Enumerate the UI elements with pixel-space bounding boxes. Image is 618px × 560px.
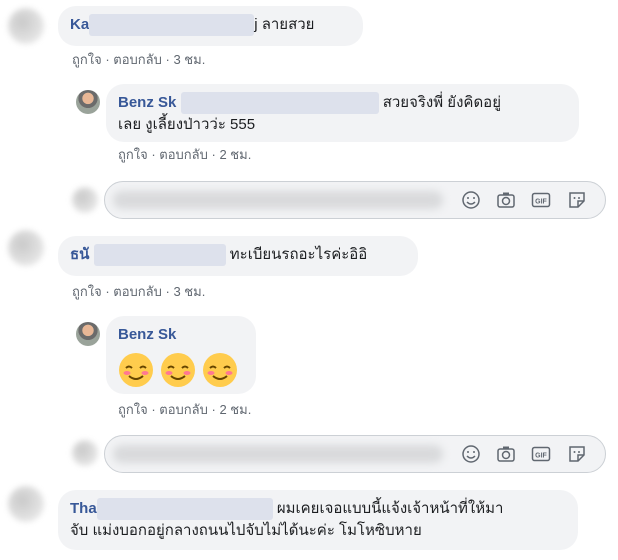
like-link[interactable]: ถูกใจ [118,147,148,162]
smiling-face-icon [203,353,237,387]
reply-link[interactable]: ตอบกลับ [159,147,208,162]
camera-icon[interactable] [496,190,516,210]
sticker-icon[interactable] [567,190,587,210]
redacted-name [180,92,379,114]
avatar[interactable] [76,90,100,114]
comment-author[interactable]: Benz Sk [118,324,244,346]
avatar[interactable] [8,486,44,522]
reply-link[interactable]: ตอบกลับ [113,52,162,67]
comment-author[interactable]: Tha [70,500,97,517]
timestamp[interactable]: 3 ชม. [173,284,205,299]
reply-input[interactable]: GIF [104,435,606,473]
avatar[interactable] [8,8,44,44]
like-link[interactable]: ถูกใจ [72,52,102,67]
comment-author[interactable]: Ka [70,16,89,33]
comment-actions: ถูกใจ · ตอบกลับ · 3 ชม. [72,284,206,299]
comment-text: ทะเบียนรถอะไรค่ะอิอิ [229,246,368,263]
redacted-name [96,498,273,520]
emoji-icon[interactable] [461,190,481,210]
reply-input[interactable]: GIF [104,181,606,219]
camera-icon[interactable] [496,444,516,464]
comment-bubble: Benz Sk สวยจริงพี่ ยังคิดอยู่ เลย งูเลี้… [106,84,579,142]
smiling-face-icon [119,353,153,387]
comment-text-line2: จับ แม่งบอกอยู่กลางถนนไปจับไม่ได้นะค่ะ โ… [70,522,422,539]
sticker-icon[interactable] [567,444,587,464]
avatar[interactable] [8,230,44,266]
gif-icon[interactable]: GIF [531,190,551,210]
avatar [72,440,98,466]
svg-text:GIF: GIF [535,453,547,460]
redacted-name [89,14,255,36]
reply-placeholder-blur [113,191,443,209]
gif-icon[interactable]: GIF [531,444,551,464]
emoji-icon[interactable] [461,444,481,464]
comment-actions: ถูกใจ · ตอบกลับ · 3 ชม. [72,52,206,67]
reply-placeholder-blur [113,445,443,463]
timestamp[interactable]: 2 ชม. [219,402,251,417]
comment-bubble: ธนั ทะเบียนรถอะไรค่ะอิอิ [58,236,418,276]
comment-author[interactable]: Benz Sk [118,94,176,111]
avatar[interactable] [76,322,100,346]
comment-text: j ลายสวย [254,16,315,33]
comment-text: สวยจริงพี่ ยังคิดอยู่ [382,94,501,111]
comment-actions: ถูกใจ · ตอบกลับ · 2 ชม. [118,402,252,417]
avatar [72,187,98,213]
comment-actions-partial [72,552,76,560]
svg-text:GIF: GIF [535,199,547,206]
comment-bubble: Benz Sk [106,316,256,394]
comment-text: ผมเคยเจอแบบนี้แจ้งเจ้าหน้าที่ให้มา [276,500,504,517]
like-link[interactable]: ถูกใจ [118,402,148,417]
comment-actions: ถูกใจ · ตอบกลับ · 2 ชม. [118,147,252,162]
comment-text-line2: เลย งูเลี้ยงป่าวว่ะ 555 [118,116,256,133]
timestamp[interactable]: 2 ชม. [219,147,251,162]
reply-link[interactable]: ตอบกลับ [159,402,208,417]
comment-author[interactable]: ธนั [70,246,89,263]
smiling-face-icon [161,353,195,387]
comment-bubble: Tha ผมเคยเจอแบบนี้แจ้งเจ้าหน้าที่ให้มา จ… [58,490,578,550]
reply-link[interactable]: ตอบกลับ [113,284,162,299]
redacted-name [93,244,226,266]
timestamp[interactable]: 3 ชม. [173,52,205,67]
like-link[interactable]: ถูกใจ [72,284,102,299]
comment-bubble: Ka j ลายสวย [58,6,363,46]
